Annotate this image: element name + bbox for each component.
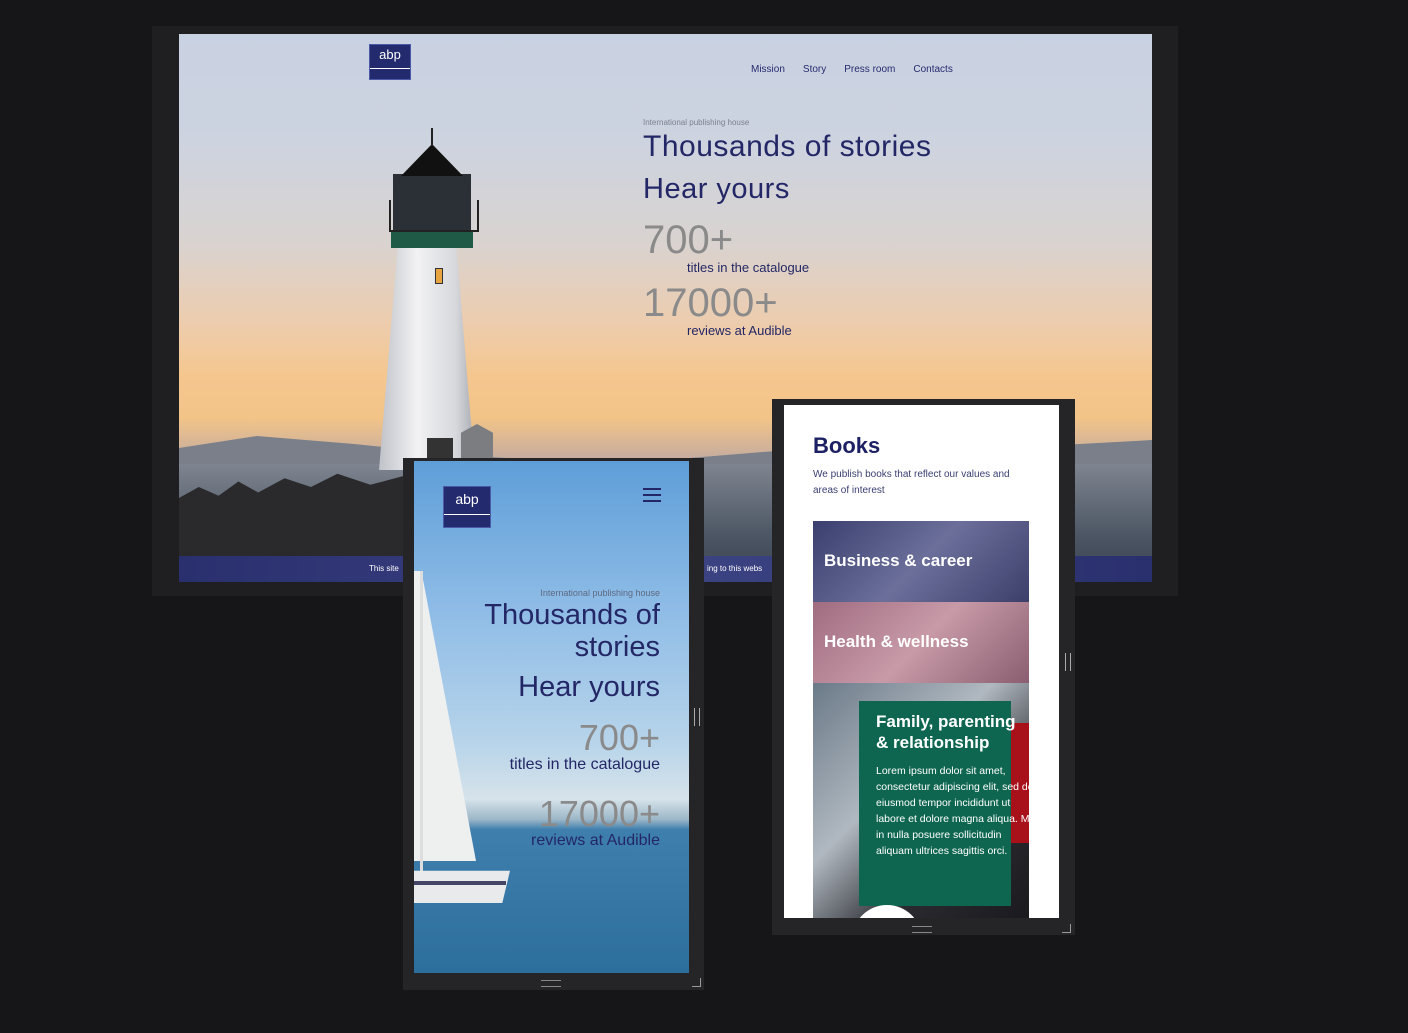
stat-reviews-value: 17000+ — [538, 793, 660, 834]
tablet-side-handle-icon[interactable] — [1065, 653, 1071, 671]
mobile-screen: abp International publishing house Thous… — [414, 461, 689, 973]
category-family-parenting[interactable]: Family, parenting & relationship Lorem i… — [813, 683, 1029, 918]
stat-titles-value: 700+ — [643, 218, 734, 262]
logo-book-icon — [370, 68, 410, 79]
logo-text: abp — [379, 47, 401, 62]
category-label: Health & wellness — [824, 632, 969, 651]
nav-press-room[interactable]: Press room — [844, 64, 895, 75]
sailboat-stripe — [414, 881, 506, 885]
lighthouse-tower — [379, 240, 475, 470]
sailboat-hull — [414, 870, 510, 903]
nav-mission[interactable]: Mission — [751, 64, 785, 75]
category-business-career[interactable]: Business & career — [813, 521, 1029, 602]
category-label: Business & career — [824, 551, 973, 570]
nav-contacts[interactable]: Contacts — [913, 64, 952, 75]
lighthouse-roof — [401, 144, 463, 176]
lighthouse-band — [391, 230, 473, 248]
logo-text: abp — [455, 491, 479, 507]
mobile-drag-handle-icon[interactable] — [541, 980, 561, 987]
hero-headline: Thousands of stories — [484, 599, 660, 663]
tablet-screen: Books We publish books that reflect our … — [784, 405, 1059, 918]
hamburger-icon[interactable] — [643, 488, 661, 502]
category-card-title: Family, parenting & relationship — [876, 712, 1016, 752]
lighthouse-gallery — [389, 200, 479, 232]
hero-tagline: International publishing house — [540, 588, 660, 598]
hero-headline: Thousands of stories — [643, 130, 932, 163]
nav-story[interactable]: Story — [803, 64, 826, 75]
books-description: We publish books that reflect our values… — [813, 469, 1010, 496]
hero-subheadline: Hear yours — [518, 671, 660, 703]
stat-reviews-label: reviews at Audible — [687, 323, 792, 338]
stat-reviews-label: reviews at Audible — [531, 832, 660, 849]
category-card-text: Lorem ipsum dolor sit amet, consectetur … — [876, 765, 1029, 857]
sailboat-sail — [414, 571, 476, 861]
stat-reviews-value: 17000+ — [643, 281, 778, 325]
hero-subheadline: Hear yours — [643, 173, 790, 205]
books-title: Books — [813, 433, 881, 458]
stat-titles-label: titles in the catalogue — [509, 756, 660, 773]
stat-titles-label: titles in the catalogue — [687, 260, 810, 275]
abp-logo[interactable]: abp — [369, 44, 411, 80]
sailboat-mast — [420, 571, 423, 881]
mobile-side-handle-icon[interactable] — [694, 708, 700, 726]
category-detail-card: Family, parenting & relationship Lorem i… — [859, 701, 1029, 906]
desktop-nav: Mission Story Press room Contacts — [751, 64, 953, 75]
cookie-text-right: ing to this webs — [707, 564, 763, 573]
tablet-drag-handle-icon[interactable] — [912, 926, 932, 933]
cookie-text-left: This site — [369, 564, 399, 573]
lighthouse-spire — [431, 128, 433, 146]
lighthouse-window — [435, 268, 443, 284]
mobile-resize-icon[interactable] — [692, 978, 701, 987]
hero-tagline: International publishing house — [643, 118, 750, 127]
stat-titles-value: 700+ — [578, 717, 660, 758]
logo-book-icon — [444, 514, 490, 527]
abp-logo[interactable]: abp — [443, 486, 491, 528]
category-health-wellness[interactable]: Health & wellness — [813, 602, 1029, 683]
tablet-resize-icon[interactable] — [1062, 924, 1071, 933]
